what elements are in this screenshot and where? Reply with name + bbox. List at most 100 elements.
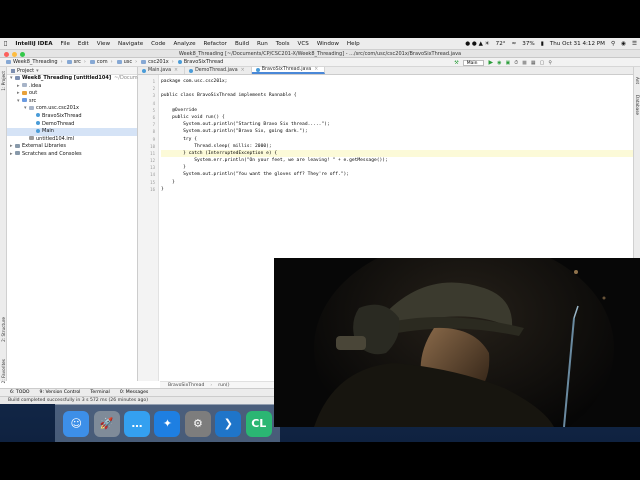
code-line[interactable]: System.err.println("On your feet, we are… (161, 157, 640, 164)
crumb-class[interactable]: BravoSixThread (176, 59, 226, 65)
weather-temp[interactable]: 72° (493, 41, 509, 47)
code-line[interactable]: Thread.sleep( millis: 2000); (161, 143, 640, 150)
code-line[interactable] (161, 85, 640, 92)
chevron-down-icon[interactable]: ▾ (36, 68, 39, 74)
crumb-csc201x[interactable]: csc201x › (139, 59, 176, 65)
todo-tool-button[interactable]: 6: TODO (10, 390, 30, 395)
search-icon[interactable]: ⚲ (608, 41, 618, 47)
debug-icon[interactable]: ◉ (497, 60, 501, 66)
terminal-tool-button[interactable]: Terminal (90, 390, 109, 395)
tree-item-untitled104-iml[interactable]: untitled104.iml (7, 136, 137, 144)
breadcrumb-class[interactable]: BravoSixThread (168, 383, 204, 388)
profile-icon[interactable]: ⏱ (514, 60, 518, 66)
project-tool-tab[interactable]: 1: Project (1, 71, 6, 91)
close-window-button[interactable] (4, 51, 9, 57)
crumb-com[interactable]: com › (88, 59, 115, 65)
menu-file[interactable]: File (57, 41, 74, 47)
menu-view[interactable]: View (93, 41, 114, 47)
line-number[interactable]: 7 (138, 121, 155, 128)
version-control-tool-button[interactable]: 9: Version Control (40, 390, 81, 395)
messages-tool-button[interactable]: 0: Messages (120, 390, 148, 395)
zoom-window-button[interactable] (20, 51, 25, 57)
line-number[interactable]: 13 (138, 164, 155, 171)
line-number[interactable]: 15 (138, 179, 155, 186)
run-config-select[interactable]: Main (462, 59, 485, 66)
search-everywhere-icon[interactable]: ⚲ (548, 60, 552, 66)
code-line[interactable]: } (161, 164, 640, 171)
menu-build[interactable]: Build (231, 41, 253, 47)
menubar-clock[interactable]: Thu Oct 31 4:12 PM (547, 41, 608, 47)
tab-demothread-java[interactable]: DemoThread.java × (185, 67, 252, 74)
line-number[interactable]: 16 (138, 186, 155, 193)
code-line[interactable]: } (161, 186, 640, 193)
siri-icon[interactable]: ◉ (618, 41, 629, 47)
battery-percent[interactable]: 37% (519, 41, 537, 47)
menu-refactor[interactable]: Refactor (200, 41, 231, 47)
project-panel-header[interactable]: Project ▾ (7, 67, 137, 75)
code-line[interactable]: } catch (InterruptedException e) { (161, 149, 640, 158)
menu-tools[interactable]: Tools (272, 41, 294, 47)
dock-system-preferences-icon[interactable]: ⚙ (184, 410, 211, 437)
structure-tool-tab[interactable]: 2: Structure (1, 317, 6, 342)
menu-window[interactable]: Window (313, 41, 343, 47)
code-line[interactable]: @Override (161, 107, 640, 114)
favorites-tool-tab[interactable]: 2: Favorites (1, 359, 6, 383)
dock-clion-icon[interactable]: CL (245, 410, 272, 437)
tree-item-bravosixthread[interactable]: BravoSixThread (7, 113, 137, 121)
line-number[interactable]: 14 (138, 171, 155, 178)
line-number[interactable]: 1 (138, 78, 155, 85)
dock-safari-icon[interactable]: ✦ (154, 410, 181, 437)
code-line[interactable]: System.out.println("Bravo Six, going dar… (161, 128, 640, 135)
dock-launchpad-icon[interactable]: 🚀 (93, 410, 120, 437)
line-number[interactable]: 5 (138, 107, 155, 114)
code-line[interactable]: System.out.println("Starting Bravo Six t… (161, 121, 640, 128)
menu-help[interactable]: Help (343, 41, 364, 47)
status-icons[interactable]: ● ● ▲ ☀ (462, 41, 492, 47)
minimize-window-button[interactable] (12, 51, 17, 57)
close-icon[interactable]: × (241, 68, 245, 73)
menu-edit[interactable]: Edit (74, 41, 93, 47)
line-number[interactable]: 11 (138, 150, 155, 157)
tree-item-scratches-and-consoles[interactable]: ▸ Scratches and Consoles (7, 151, 137, 159)
dock-visual-studio-code-icon[interactable]: ❯ (215, 410, 242, 437)
code-line[interactable] (161, 100, 640, 107)
menu-run[interactable]: Run (253, 41, 272, 47)
menu-analyze[interactable]: Analyze (169, 41, 199, 47)
code-line[interactable]: try { (161, 136, 640, 143)
line-number[interactable]: 2 (138, 85, 155, 92)
line-number[interactable]: 9 (138, 136, 155, 143)
run-icon[interactable]: ▶ (488, 59, 493, 66)
menu-app-name[interactable]: IntelliJ IDEA (11, 41, 56, 47)
hammer-icon[interactable]: ⚒ (454, 60, 458, 66)
tree-item--idea[interactable]: ▸ .idea (7, 83, 137, 91)
apple-icon[interactable]:  (0, 41, 11, 47)
line-number[interactable]: 4 (138, 100, 155, 107)
crumb-project[interactable]: Week8_Threading › (4, 59, 65, 65)
stop-icon[interactable]: ■ (522, 60, 527, 66)
code-line[interactable]: System.out.println("You want the gloves … (161, 171, 640, 178)
close-icon[interactable]: × (174, 68, 178, 73)
sdk-icon[interactable]: ▢ (540, 60, 545, 66)
project-structure-icon[interactable]: ▦ (531, 60, 536, 66)
tree-item-src[interactable]: ▾ src (7, 98, 137, 106)
close-icon[interactable]: × (314, 67, 318, 72)
line-number[interactable]: 6 (138, 114, 155, 121)
crumb-usc[interactable]: usc › (115, 59, 140, 65)
tree-item-out[interactable]: ▸ out (7, 90, 137, 98)
breadcrumb-method[interactable]: run() (218, 383, 229, 388)
code-line[interactable]: } (161, 179, 640, 186)
dock-messages-icon[interactable]: … (124, 410, 151, 437)
menu-list-icon[interactable]: ☰ (629, 41, 640, 47)
menu-navigate[interactable]: Navigate (114, 41, 147, 47)
tree-item-external-libraries[interactable]: ▸ External Libraries (7, 143, 137, 151)
code-line[interactable]: public void run() { (161, 114, 640, 121)
tree-item-main[interactable]: Main (7, 128, 137, 136)
tree-item-demothread[interactable]: DemoThread (7, 121, 137, 129)
tree-item-week8-threading-untitled104[interactable]: ▾Week8_Threading [untitled104]~/Document… (7, 75, 169, 83)
menu-code[interactable]: Code (147, 41, 169, 47)
database-tool-tab[interactable]: Database (635, 95, 640, 115)
line-number[interactable]: 8 (138, 128, 155, 135)
code-line[interactable]: public class BravoSixThread implements R… (161, 92, 640, 99)
line-number[interactable]: 10 (138, 143, 155, 150)
code-line[interactable]: package com.usc.csc201x; (161, 78, 640, 85)
